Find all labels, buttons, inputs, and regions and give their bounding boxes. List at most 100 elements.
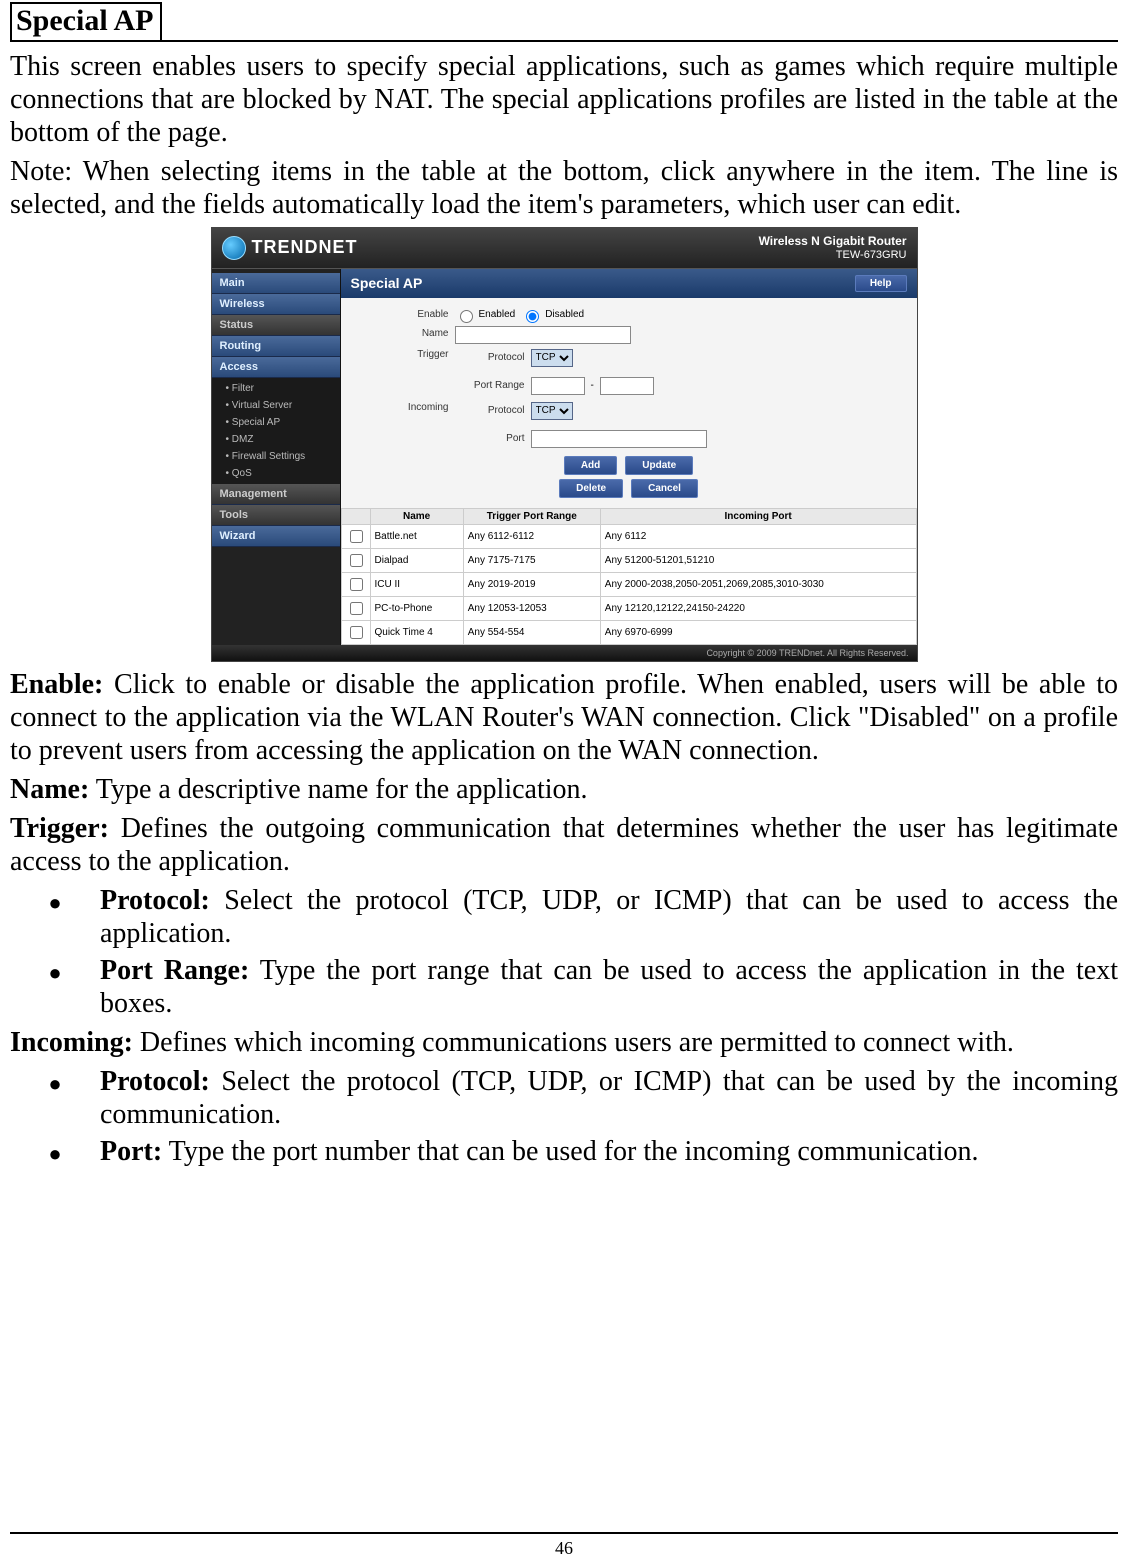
cell-trigger: Any 2019-2019 (463, 572, 600, 596)
cell-name: PC-to-Phone (370, 596, 463, 620)
cell-incoming: Any 6970-6999 (600, 620, 916, 644)
table-row[interactable]: Battle.net Any 6112-6112 Any 6112 (341, 524, 916, 548)
brand-globe-icon (222, 236, 246, 260)
nav-main[interactable]: Main (212, 273, 340, 294)
update-button[interactable]: Update (625, 456, 693, 475)
nav-sub-special-ap[interactable]: • Special AP (212, 414, 340, 431)
bullet-icon: ● (10, 954, 100, 986)
cell-trigger: Any 7175-7175 (463, 548, 600, 572)
nav-sub-firewall[interactable]: • Firewall Settings (212, 448, 340, 465)
cell-name: Quick Time 4 (370, 620, 463, 644)
add-button[interactable]: Add (564, 456, 617, 475)
trigger-protocol-text: Select the protocol (TCP, UDP, or ICMP) … (100, 885, 1118, 949)
enable-text: Click to enable or disable the applicati… (10, 669, 1118, 766)
cell-name: ICU II (370, 572, 463, 596)
intro-paragraph-2: Note: When selecting items in the table … (10, 155, 1118, 221)
nav-routing[interactable]: Routing (212, 336, 340, 357)
table-row[interactable]: ICU II Any 2019-2019 Any 2000-2038,2050-… (341, 572, 916, 596)
nav-sub-filter[interactable]: • Filter (212, 380, 340, 397)
name-text: Type a descriptive name for the applicat… (89, 774, 587, 805)
intro-paragraph-1: This screen enables users to specify spe… (10, 50, 1118, 149)
cancel-button[interactable]: Cancel (631, 479, 698, 498)
trigger-protocol-label: Protocol (455, 352, 525, 363)
incoming-port-term: Port: (100, 1136, 162, 1167)
cell-incoming: Any 12120,12122,24150-24220 (600, 596, 916, 620)
incoming-port-input[interactable] (531, 430, 707, 448)
trigger-protocol-select[interactable]: TCP (531, 349, 573, 367)
bullet-icon: ● (10, 1065, 100, 1097)
router-header: TRENDNET Wireless N Gigabit Router TEW-6… (212, 228, 917, 269)
incoming-port-label: Port (455, 433, 525, 444)
cell-incoming: Any 6112 (600, 524, 916, 548)
trigger-portrange-term: Port Range: (100, 955, 249, 986)
incoming-protocol-term: Protocol: (100, 1066, 210, 1097)
col-incoming: Incoming Port (600, 508, 916, 524)
cell-incoming: Any 2000-2038,2050-2051,2069,2085,3010-3… (600, 572, 916, 596)
panel-title: Special AP (351, 275, 423, 291)
router-screenshot: TRENDNET Wireless N Gigabit Router TEW-6… (10, 227, 1118, 662)
row-check[interactable] (350, 554, 363, 567)
trigger-protocol-term: Protocol: (100, 885, 210, 916)
name-label: Name (349, 326, 455, 339)
incoming-field: Incoming: Defines which incoming communi… (10, 1026, 1118, 1059)
enable-term: Enable: (10, 669, 103, 700)
nav-sub-dmz[interactable]: • DMZ (212, 431, 340, 448)
nav-sub-virtual-server[interactable]: • Virtual Server (212, 397, 340, 414)
help-button[interactable]: Help (855, 275, 907, 292)
name-input[interactable] (455, 326, 631, 344)
port-range-start-input[interactable] (531, 377, 585, 395)
enable-field: Enable: Click to enable or disable the a… (10, 668, 1118, 767)
nav-wireless[interactable]: Wireless (212, 294, 340, 315)
router-nav: Main Wireless Status Routing Access • Fi… (212, 269, 341, 645)
router-footer: Copyright © 2009 TRENDnet. All Rights Re… (212, 645, 917, 661)
nav-sub-qos[interactable]: • QoS (212, 465, 340, 482)
disabled-option-label: Disabled (545, 309, 584, 320)
col-trigger: Trigger Port Range (463, 508, 600, 524)
bullet-icon: ● (10, 1135, 100, 1167)
row-check[interactable] (350, 530, 363, 543)
delete-button[interactable]: Delete (559, 479, 623, 498)
col-check (341, 508, 370, 524)
trigger-term: Trigger: (10, 813, 109, 844)
trigger-label: Trigger (349, 347, 455, 360)
incoming-term: Incoming: (10, 1027, 133, 1058)
name-term: Name: (10, 774, 89, 805)
disabled-radio[interactable] (526, 310, 539, 323)
nav-access[interactable]: Access (212, 357, 340, 378)
port-range-end-input[interactable] (600, 377, 654, 395)
port-range-label: Port Range (455, 380, 525, 391)
trigger-bullets: ● Protocol: Select the protocol (TCP, UD… (10, 884, 1118, 1020)
incoming-label: Incoming (349, 400, 455, 413)
cell-incoming: Any 51200-51201,51210 (600, 548, 916, 572)
name-field: Name: Type a descriptive name for the ap… (10, 773, 1118, 806)
enabled-option-label: Enabled (479, 309, 516, 320)
nav-wizard[interactable]: Wizard (212, 526, 340, 547)
port-range-dash: - (591, 380, 594, 391)
nav-status[interactable]: Status (212, 315, 340, 336)
cell-name: Battle.net (370, 524, 463, 548)
nav-management[interactable]: Management (212, 484, 340, 505)
table-row[interactable]: PC-to-Phone Any 12053-12053 Any 12120,12… (341, 596, 916, 620)
cell-trigger: Any 6112-6112 (463, 524, 600, 548)
table-row[interactable]: Dialpad Any 7175-7175 Any 51200-51201,51… (341, 548, 916, 572)
cell-trigger: Any 12053-12053 (463, 596, 600, 620)
enabled-radio[interactable] (460, 310, 473, 323)
section-title: Special AP (10, 2, 162, 42)
model-number: TEW-673GRU (759, 249, 907, 262)
row-check[interactable] (350, 602, 363, 615)
row-check[interactable] (350, 626, 363, 639)
profiles-table: Name Trigger Port Range Incoming Port Ba… (341, 508, 917, 645)
brand-name: TRENDNET (252, 237, 358, 258)
cell-name: Dialpad (370, 548, 463, 572)
incoming-protocol-text: Select the protocol (TCP, UDP, or ICMP) … (100, 1066, 1118, 1130)
incoming-bullets: ● Protocol: Select the protocol (TCP, UD… (10, 1065, 1118, 1168)
incoming-text: Defines which incoming communications us… (133, 1027, 1014, 1058)
model-title: Wireless N Gigabit Router (759, 234, 907, 248)
row-check[interactable] (350, 578, 363, 591)
col-name: Name (370, 508, 463, 524)
nav-tools[interactable]: Tools (212, 505, 340, 526)
bullet-icon: ● (10, 884, 100, 916)
incoming-protocol-select[interactable]: TCP (531, 402, 573, 420)
table-row[interactable]: Quick Time 4 Any 554-554 Any 6970-6999 (341, 620, 916, 644)
incoming-protocol-label: Protocol (455, 405, 525, 416)
